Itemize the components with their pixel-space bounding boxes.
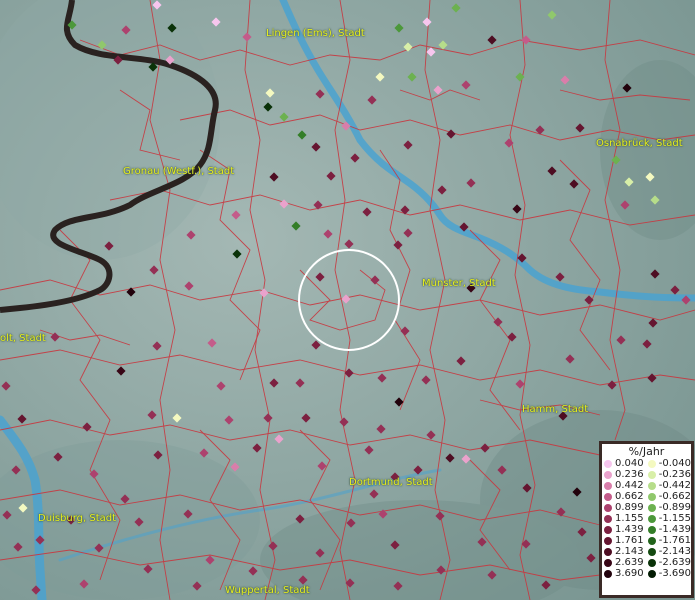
- legend-positive-swatch: [604, 514, 612, 523]
- legend-negative-label: -3.690: [658, 568, 691, 579]
- legend-negative-swatch: [647, 525, 656, 534]
- legend-positive-label: 1.155: [615, 513, 644, 524]
- legend-negative-label: -1.439: [658, 524, 691, 535]
- legend-column-positive: 0.040 0.236 0.442 0.662 0.899 1.155 1.439 1.761…: [602, 458, 646, 579]
- city-label-bocholt: olt, Stadt: [0, 333, 46, 344]
- legend-positive-label: 0.662: [615, 491, 644, 502]
- legend-negative-label: -0.236: [658, 469, 691, 480]
- legend-positive-label: 0.442: [615, 480, 644, 491]
- legend-negative-label: -2.143: [658, 546, 691, 557]
- legend-positive-row: 0.236: [604, 469, 646, 480]
- legend-positive-row: 0.442: [604, 480, 646, 491]
- city-label-gronau: Gronau (Westf.), Stadt: [123, 166, 235, 177]
- legend-positive-swatch: [604, 470, 612, 479]
- legend-positive-label: 0.236: [615, 469, 644, 480]
- legend-negative-swatch: [647, 481, 656, 490]
- city-label-hamm: Hamm, Stadt: [522, 404, 589, 415]
- legend-negative-row: -0.662: [647, 491, 691, 502]
- legend-positive-swatch: [604, 525, 612, 534]
- legend: %/Jahr 0.040 0.236 0.442 0.662 0.899 1.155 1.4…: [599, 441, 694, 598]
- legend-positive-row: 1.761: [604, 535, 646, 546]
- legend-positive-row: 2.143: [604, 546, 646, 557]
- legend-negative-row: -1.439: [647, 524, 691, 535]
- legend-positive-label: 0.040: [615, 458, 644, 469]
- city-label-duisburg: Duisburg, Stadt: [38, 513, 117, 524]
- city-label-osnabrueck: Osnabrück, Stadt: [596, 138, 683, 149]
- legend-positive-label: 2.143: [615, 546, 644, 557]
- legend-positive-label: 1.761: [615, 535, 644, 546]
- legend-positive-row: 3.690: [604, 568, 646, 579]
- legend-positive-swatch: [604, 536, 612, 545]
- legend-negative-swatch: [647, 470, 656, 479]
- legend-negative-swatch: [647, 503, 656, 512]
- legend-negative-row: -1.761: [647, 535, 691, 546]
- legend-negative-row: -0.040: [647, 458, 691, 469]
- legend-negative-label: -1.761: [658, 535, 691, 546]
- legend-positive-swatch: [604, 547, 612, 556]
- legend-negative-swatch: [647, 459, 656, 468]
- legend-negative-row: -2.639: [647, 557, 691, 568]
- legend-negative-row: -2.143: [647, 546, 691, 557]
- legend-title: %/Jahr: [628, 445, 665, 458]
- legend-negative-label: -0.040: [658, 458, 691, 469]
- legend-negative-row: -1.155: [647, 513, 691, 524]
- legend-positive-swatch: [604, 558, 612, 567]
- legend-positive-swatch: [604, 459, 612, 468]
- legend-positive-row: 0.662: [604, 491, 646, 502]
- legend-positive-label: 1.439: [615, 524, 644, 535]
- legend-negative-row: -3.690: [647, 568, 691, 579]
- legend-column-negative: -0.040 -0.236 -0.442 -0.662 -0.899 -1.155 -1.4…: [646, 458, 691, 579]
- legend-negative-label: -2.639: [658, 557, 691, 568]
- city-label-lingen: Lingen (Ems), Stadt: [266, 28, 365, 39]
- legend-positive-row: 0.899: [604, 502, 646, 513]
- legend-positive-row: 2.639: [604, 557, 646, 568]
- city-label-muenster: Münster, Stadt: [422, 278, 496, 289]
- legend-negative-row: -0.236: [647, 469, 691, 480]
- legend-negative-row: -0.442: [647, 480, 691, 491]
- city-label-dortmund: Dortmund, Stadt: [349, 477, 433, 488]
- legend-negative-swatch: [647, 569, 656, 578]
- legend-positive-swatch: [604, 569, 612, 578]
- legend-positive-swatch: [604, 492, 612, 501]
- legend-negative-swatch: [647, 514, 656, 523]
- legend-positive-label: 0.899: [615, 502, 644, 513]
- legend-positive-label: 2.639: [615, 557, 644, 568]
- map-canvas[interactable]: [0, 0, 695, 600]
- legend-negative-row: -0.899: [647, 502, 691, 513]
- legend-negative-swatch: [647, 536, 656, 545]
- legend-negative-label: -0.442: [658, 480, 691, 491]
- legend-positive-swatch: [604, 503, 612, 512]
- legend-positive-swatch: [604, 481, 612, 490]
- legend-negative-label: -1.155: [658, 513, 691, 524]
- legend-positive-label: 3.690: [615, 568, 644, 579]
- legend-negative-label: -0.899: [658, 502, 691, 513]
- city-label-wuppertal: Wuppertal, Stadt: [225, 585, 310, 596]
- legend-negative-swatch: [647, 547, 656, 556]
- legend-positive-row: 1.439: [604, 524, 646, 535]
- legend-negative-label: -0.662: [658, 491, 691, 502]
- legend-positive-row: 1.155: [604, 513, 646, 524]
- legend-negative-swatch: [647, 558, 656, 567]
- legend-negative-swatch: [647, 492, 656, 501]
- legend-positive-row: 0.040: [604, 458, 646, 469]
